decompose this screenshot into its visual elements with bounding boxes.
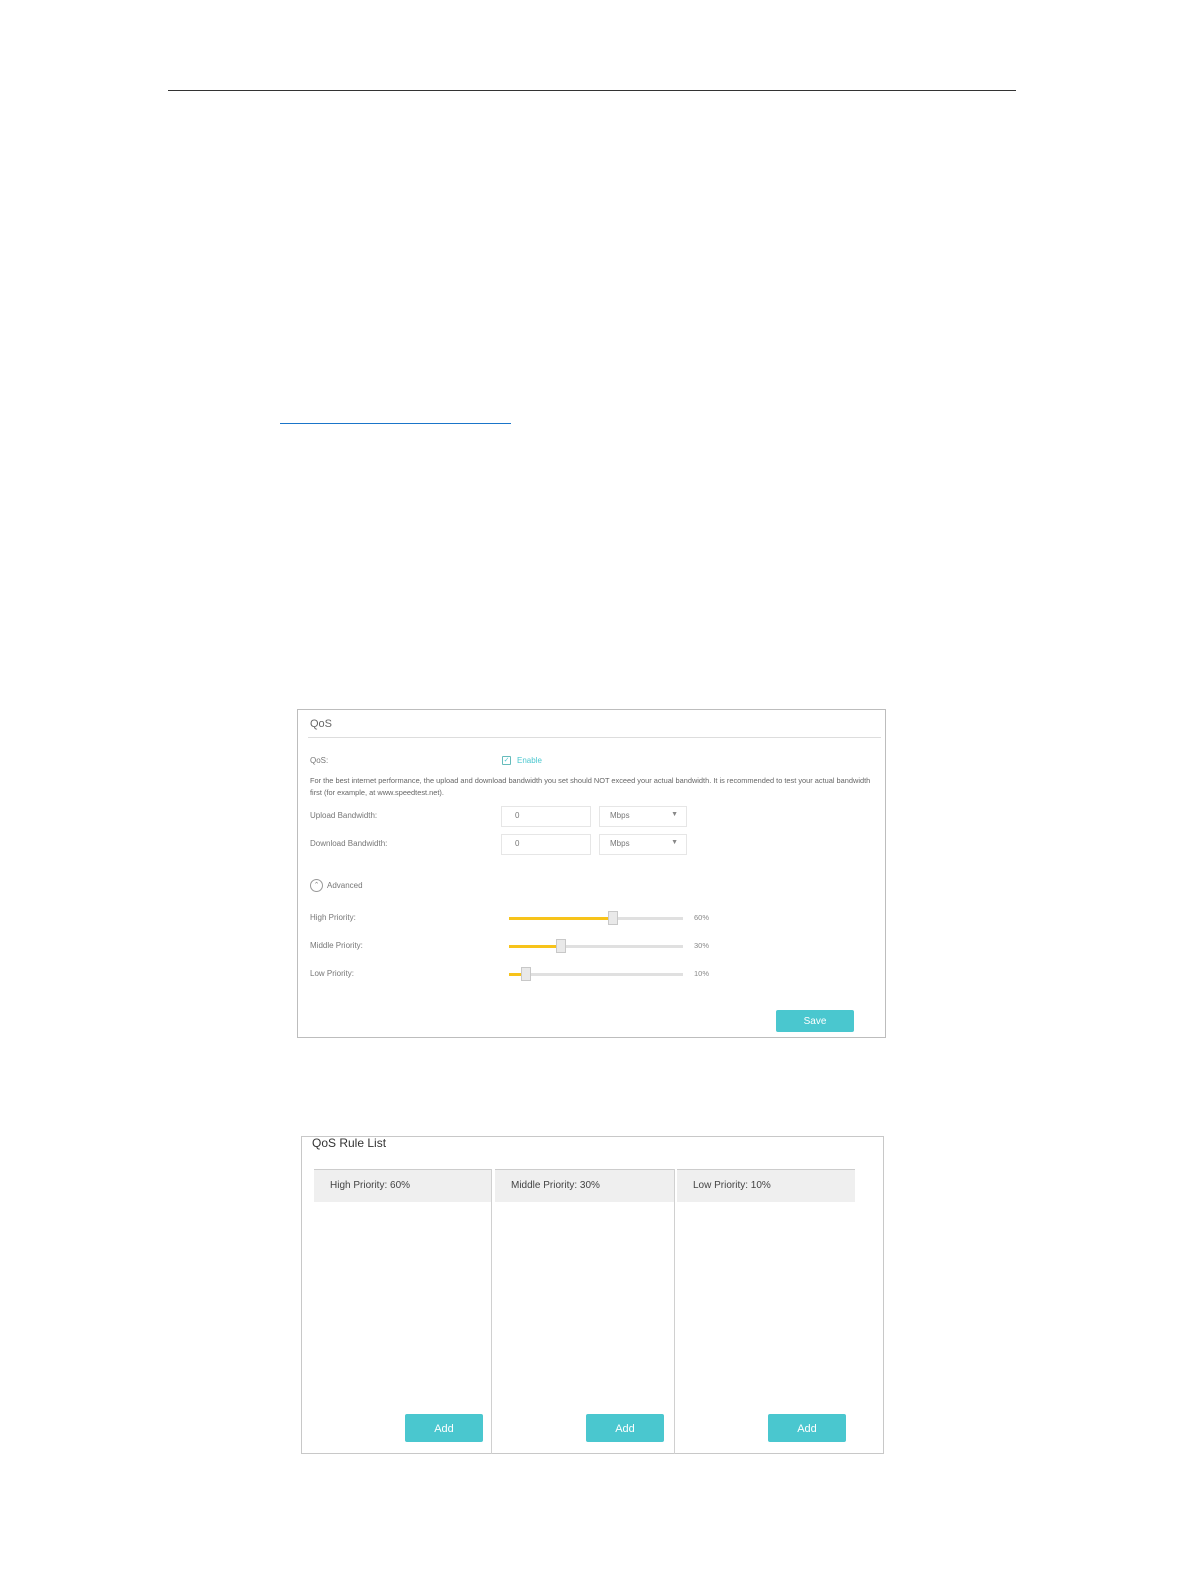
panel-title: QoS <box>310 718 333 730</box>
qos-settings-panel: QoS QoS: ✓ Enable For the best internet … <box>297 709 886 1038</box>
link-underline <box>280 423 511 424</box>
qos-label: QoS: <box>310 756 329 765</box>
caret-down-icon: ▼ <box>671 811 678 818</box>
slider-handle[interactable] <box>521 967 532 981</box>
upload-bandwidth-label: Upload Bandwidth: <box>310 811 378 820</box>
upload-bandwidth-input[interactable]: 0 <box>501 806 591 827</box>
middle-priority-percent: 30% <box>694 941 710 950</box>
column-header: High Priority: 60% <box>314 1169 491 1202</box>
add-middle-priority-button[interactable]: Add <box>586 1414 664 1442</box>
upload-unit-value: Mbps <box>610 811 630 820</box>
enable-checkbox[interactable]: ✓ <box>502 756 511 765</box>
column-header-label: Middle Priority: 30% <box>511 1180 600 1191</box>
bandwidth-hint: For the best internet performance, the u… <box>310 776 871 797</box>
advanced-toggle[interactable]: ⌃ Advanced <box>310 879 363 892</box>
rule-list-title: QoS Rule List <box>312 1136 387 1150</box>
low-priority-percent: 10% <box>694 969 710 978</box>
slider-handle[interactable] <box>608 911 619 925</box>
slider-fill <box>509 945 562 948</box>
download-unit-select[interactable]: Mbps ▼ <box>599 834 687 855</box>
low-priority-slider[interactable] <box>509 967 683 981</box>
qos-rule-list-panel: QoS Rule List High Priority: 60% Add Mid… <box>301 1136 884 1454</box>
download-bandwidth-input[interactable]: 0 <box>501 834 591 855</box>
middle-priority-slider[interactable] <box>509 939 683 953</box>
title-divider <box>308 737 881 738</box>
column-header-label: High Priority: 60% <box>330 1180 411 1191</box>
check-icon: ✓ <box>503 757 510 764</box>
high-priority-percent: 60% <box>694 913 710 922</box>
middle-priority-label: Middle Priority: <box>310 941 363 950</box>
add-low-priority-button[interactable]: Add <box>768 1414 846 1442</box>
caret-down-icon: ▼ <box>671 839 678 846</box>
download-unit-value: Mbps <box>610 839 630 848</box>
slider-fill <box>509 917 614 920</box>
slider-handle[interactable] <box>556 939 567 953</box>
low-priority-label: Low Priority: <box>310 969 355 978</box>
chevron-up-circle-icon[interactable]: ⌃ <box>310 879 323 892</box>
add-high-priority-button[interactable]: Add <box>405 1414 483 1442</box>
column-header: Middle Priority: 30% <box>495 1169 674 1202</box>
upload-unit-select[interactable]: Mbps ▼ <box>599 806 687 827</box>
enable-label: Enable <box>517 756 542 765</box>
enable-checkbox-group[interactable]: ✓ Enable <box>502 756 542 765</box>
high-priority-slider[interactable] <box>509 911 683 925</box>
save-button[interactable]: Save <box>776 1010 854 1032</box>
panel-border <box>302 1136 883 1137</box>
high-priority-label: High Priority: <box>310 913 356 922</box>
column-header-label: Low Priority: 10% <box>693 1180 771 1191</box>
low-priority-column: Low Priority: 10% Add <box>677 1169 855 1454</box>
page-header-rule <box>168 90 1016 91</box>
high-priority-column: High Priority: 60% Add <box>314 1169 492 1454</box>
middle-priority-column: Middle Priority: 30% Add <box>495 1169 675 1454</box>
column-header: Low Priority: 10% <box>677 1169 855 1202</box>
advanced-label: Advanced <box>327 881 363 890</box>
download-bandwidth-label: Download Bandwidth: <box>310 839 388 848</box>
